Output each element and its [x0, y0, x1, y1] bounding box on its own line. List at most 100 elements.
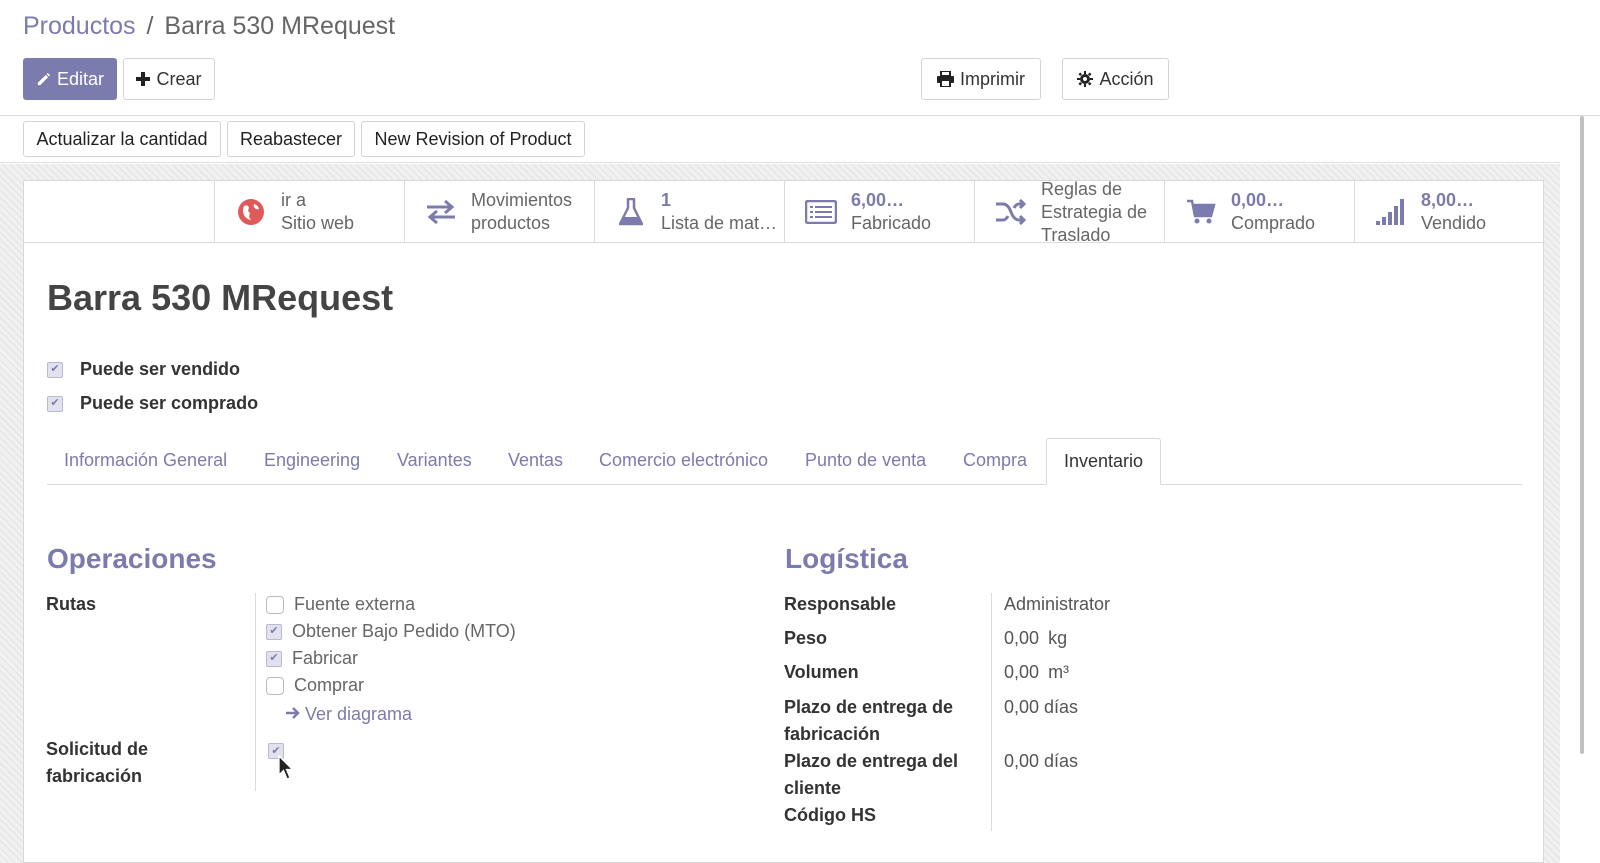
route-external-source: Fuente externa — [266, 594, 415, 615]
smart-moves-label: productos — [471, 212, 551, 233]
smart-button-product-moves[interactable]: Movimientos productos — [404, 181, 594, 242]
can-be-purchased-checkbox[interactable] — [47, 395, 63, 412]
operations-divider — [255, 593, 256, 791]
hs-code-label: Código HS — [784, 805, 876, 825]
product-name: Barra 530 MRequest — [47, 277, 394, 318]
smart-button-putaway-rules[interactable]: Reglas de Estrategia de Traslado — [974, 179, 1164, 245]
smart-button-sold[interactable]: 8,00… Vendido — [1354, 181, 1543, 242]
routes-label: Rutas — [46, 594, 97, 614]
arrow-right-icon — [285, 704, 301, 725]
weight-value: 0,00 — [1004, 628, 1040, 648]
route-buy-checkbox[interactable] — [266, 676, 284, 695]
tab-ecommerce[interactable]: Comercio electrónico — [582, 438, 785, 485]
logistics-title: Logística — [785, 543, 908, 574]
smart-putaway-label-2: Traslado — [1041, 225, 1111, 245]
smart-moves-value: Movimientos — [471, 189, 573, 210]
smart-button-website[interactable]: ir a Sitio web — [214, 181, 404, 242]
route-mto-checkbox[interactable] — [266, 623, 282, 640]
manufacturing-request-label-line1: Solicitud de — [46, 739, 149, 759]
weight-unit: kg — [1048, 628, 1068, 648]
customer-lead-time-label: Plazo de entrega del cliente — [784, 748, 958, 802]
route-buy-label: Comprar — [294, 675, 365, 695]
tab-purchase[interactable]: Compra — [946, 438, 1044, 485]
create-button-label: Crear — [156, 68, 202, 89]
breadcrumb-separator: / — [146, 12, 154, 40]
volume-field: 0,00 m³ — [1004, 662, 1069, 683]
mfg-lead-time-label-line2: fabricación — [784, 724, 881, 744]
edit-button-label: Editar — [56, 68, 105, 89]
smart-bom-value: 1 — [661, 189, 672, 210]
list-icon — [791, 199, 851, 224]
print-icon — [937, 71, 954, 87]
mfg-lead-time-label: Plazo de entrega de fabricación — [784, 694, 953, 748]
action-button-label: Acción — [1099, 68, 1154, 89]
create-button[interactable]: Crear — [123, 58, 215, 100]
tab-point-of-sale[interactable]: Punto de venta — [788, 438, 943, 485]
signal-icon — [1361, 198, 1421, 225]
tab-variants[interactable]: Variantes — [380, 438, 489, 485]
smart-button-bom[interactable]: 1 Lista de mat… — [594, 181, 784, 242]
edit-button[interactable]: Editar — [23, 58, 117, 100]
weight-field: 0,00 kg — [1004, 628, 1067, 649]
route-manufacture-label: Fabricar — [292, 648, 359, 668]
smart-putaway-label: Estrategia de — [1041, 202, 1148, 222]
route-manufacture: Fabricar — [266, 648, 358, 669]
breadcrumb: Productos / Barra 530 MRequest — [23, 10, 395, 42]
notebook-tabs: Información General Engineering Variante… — [47, 438, 1522, 485]
customer-lead-time-label-line2: cliente — [784, 778, 842, 798]
tab-inventory[interactable]: Inventario — [1046, 438, 1162, 485]
print-button-label: Imprimir — [960, 68, 1025, 89]
flask-icon — [601, 197, 661, 226]
responsible-label: Responsable — [784, 594, 897, 614]
smart-manufactured-value: 6,00… — [851, 189, 905, 210]
tab-general-info[interactable]: Información General — [47, 438, 244, 485]
route-buy: Comprar — [266, 675, 364, 696]
route-mto-label: Obtener Bajo Pedido (MTO) — [292, 621, 516, 641]
page-scrollbar[interactable] — [1560, 116, 1600, 863]
volume-unit: m³ — [1048, 662, 1070, 682]
replenish-button[interactable]: Reabastecer — [227, 121, 355, 157]
logistics-divider — [991, 593, 992, 831]
mfg-lead-time-value: 0,00 días — [1004, 697, 1079, 717]
mfg-lead-time-label-line1: Plazo de entrega de — [784, 697, 954, 717]
can-be-sold-checkbox[interactable] — [47, 361, 63, 378]
smart-manufactured-label: Fabricado — [851, 212, 932, 233]
smart-button-box: ir a Sitio web Movimientos productos 1 L… — [24, 179, 1543, 245]
tab-engineering[interactable]: Engineering — [247, 438, 377, 485]
volume-value: 0,00 — [1004, 662, 1040, 682]
breadcrumb-productos-link[interactable]: Productos — [23, 12, 136, 40]
smart-website-value: ir a — [281, 189, 307, 210]
action-button[interactable]: Acción — [1062, 58, 1169, 100]
route-mto: Obtener Bajo Pedido (MTO) — [266, 621, 516, 642]
route-external-source-checkbox[interactable] — [266, 595, 284, 614]
tab-sales[interactable]: Ventas — [491, 438, 580, 485]
route-external-source-label: Fuente externa — [294, 594, 416, 614]
random-icon — [981, 198, 1041, 225]
smart-purchased-label: Comprado — [1231, 212, 1316, 233]
can-be-sold-label: Puede ser vendido — [80, 359, 241, 379]
can-be-purchased-label: Puede ser comprado — [80, 393, 259, 413]
new-revision-button[interactable]: New Revision of Product — [361, 121, 585, 157]
smart-purchased-value: 0,00… — [1231, 189, 1285, 210]
pencil-icon — [36, 72, 51, 87]
page-scrollbar-thumb[interactable] — [1580, 116, 1584, 754]
responsible-value[interactable]: Administrator — [1004, 594, 1110, 615]
smart-sold-value: 8,00… — [1421, 189, 1475, 210]
smart-button-manufactured[interactable]: 6,00… Fabricado — [784, 181, 974, 242]
customer-lead-time-label-line1: Plazo de entrega del — [784, 751, 959, 771]
smart-button-purchased[interactable]: 0,00… Comprado — [1164, 181, 1354, 242]
volume-label: Volumen — [784, 662, 859, 682]
route-manufacture-checkbox[interactable] — [266, 650, 282, 667]
smart-website-label: Sitio web — [281, 212, 355, 233]
operations-title: Operaciones — [47, 543, 217, 574]
customer-lead-time-value: 0,00 días — [1004, 751, 1079, 771]
smart-putaway-value: Reglas de — [1041, 179, 1123, 199]
view-diagram-link[interactable]: Ver diagrama — [285, 704, 412, 725]
view-diagram-label: Ver diagrama — [305, 704, 413, 724]
smart-bom-label: Lista de mat… — [661, 212, 778, 233]
update-quantity-button[interactable]: Actualizar la cantidad — [23, 121, 221, 157]
smart-sold-label: Vendido — [1421, 212, 1487, 233]
gear-icon — [1077, 71, 1094, 87]
exchange-icon — [411, 199, 471, 224]
print-button[interactable]: Imprimir — [921, 58, 1041, 100]
